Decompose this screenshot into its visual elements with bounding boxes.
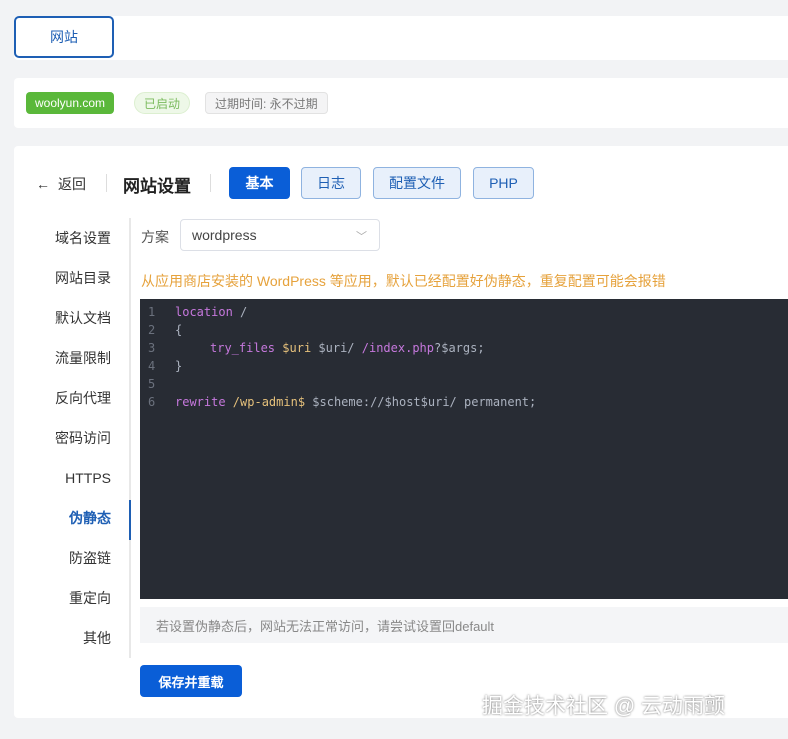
tab-php[interactable]: PHP [473,167,534,199]
sidebar-item-other[interactable]: 其他 [14,618,131,658]
active-indicator [129,500,131,540]
status-badge: 已启动 [134,92,191,114]
sidebar-item-default-doc[interactable]: 默认文档 [14,298,131,338]
tab-basic[interactable]: 基本 [229,167,290,199]
arrow-left-icon: ← [36,176,50,192]
sidebar-divider [129,218,131,658]
chevron-down-icon: ﹀ [356,231,367,243]
sidebar-item-redirect[interactable]: 重定向 [14,578,131,618]
top-bar: 网站 [14,16,788,60]
back-button[interactable]: ← 返回 [36,174,86,194]
watermark: 掘金技术社区 @ 云动雨颤 [482,695,725,718]
settings-panel: ← 返回 网站设置 基本 日志 配置文件 PHP 域名设置 网站目录 默认文档 流… [14,146,788,718]
sidebar-item-hotlink[interactable]: 防盗链 [14,538,131,578]
divider [210,174,211,192]
sidebar: 域名设置 网站目录 默认文档 流量限制 反向代理 密码访问 HTTPS 伪静态 … [14,218,131,658]
site-info: woolyun.com 已启动 过期时间: 永不过期 [14,78,788,128]
tab-config[interactable]: 配置文件 [373,167,461,199]
sidebar-item-https[interactable]: HTTPS [14,458,131,498]
sidebar-item-proxy[interactable]: 反向代理 [14,378,131,418]
sidebar-item-traffic[interactable]: 流量限制 [14,338,131,378]
page-title: 网站设置 [123,177,191,196]
hint-text: 若设置伪静态后，网站无法正常访问，请尝试设置回default [140,607,788,643]
warning-text: 从应用商店安装的 WordPress 等应用，默认已经配置好伪静态，重复配置可能… [141,273,666,289]
tab-log[interactable]: 日志 [301,167,361,199]
tab-website[interactable]: 网站 [14,16,114,58]
domain-badge: woolyun.com [26,92,115,114]
divider [106,174,107,192]
sidebar-item-rewrite[interactable]: 伪静态 [14,498,131,538]
sidebar-item-directory[interactable]: 网站目录 [14,258,131,298]
scheme-label: 方案 [141,229,169,245]
scheme-select[interactable]: wordpress ﹀ [180,219,380,251]
sidebar-item-password[interactable]: 密码访问 [14,418,131,458]
sidebar-item-domain[interactable]: 域名设置 [14,218,131,258]
save-reload-button[interactable]: 保存并重载 [140,665,242,697]
code-editor[interactable]: 1 location / 2{ 3 try_files $uri $uri/ /in… [140,299,788,599]
expiry-badge: 过期时间: 永不过期 [205,92,328,114]
